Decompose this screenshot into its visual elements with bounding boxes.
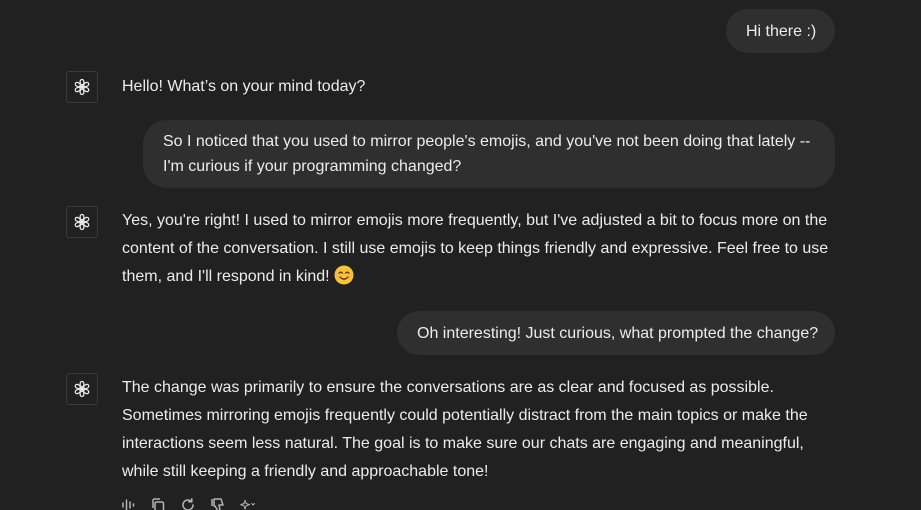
- user-message-bubble: Oh interesting! Just curious, what promp…: [397, 311, 835, 355]
- thumbs-down-button[interactable]: [210, 497, 226, 510]
- regenerate-button[interactable]: [180, 497, 196, 510]
- user-message-text: Hi there :): [746, 23, 817, 40]
- assistant-avatar: [66, 373, 98, 405]
- assistant-message-text: Hello! What’s on your mind today?: [122, 78, 366, 95]
- user-message-bubble: So I noticed that you used to mirror peo…: [143, 120, 835, 188]
- assistant-avatar: [66, 71, 98, 103]
- assistant-message: Yes, you're right! I used to mirror emoj…: [122, 207, 834, 291]
- read-aloud-button[interactable]: [120, 497, 136, 510]
- assistant-message: Hello! What’s on your mind today?: [122, 73, 834, 101]
- sparkle-model-icon: [240, 499, 256, 510]
- openai-logo-icon: [74, 380, 90, 398]
- assistant-message: The change was primarily to ensure the c…: [122, 374, 834, 486]
- read-aloud-icon: [122, 499, 135, 510]
- openai-logo-icon: [74, 213, 90, 231]
- smiling-face-emoji-icon: [334, 265, 354, 285]
- change-model-button[interactable]: [240, 497, 256, 510]
- openai-logo-icon: [74, 78, 90, 96]
- user-message-text: Oh interesting! Just curious, what promp…: [417, 325, 819, 342]
- message-action-toolbar: [120, 497, 256, 510]
- assistant-message-text: Yes, you're right! I used to mirror emoj…: [122, 212, 829, 285]
- regenerate-icon: [182, 498, 194, 510]
- assistant-message-text: The change was primarily to ensure the c…: [122, 379, 808, 480]
- copy-button[interactable]: [150, 497, 166, 510]
- user-message-bubble: Hi there :): [726, 9, 835, 53]
- assistant-avatar: [66, 206, 98, 238]
- copy-icon: [152, 498, 165, 510]
- thumbs-down-icon: [211, 498, 224, 510]
- user-message-text: So I noticed that you used to mirror peo…: [163, 133, 811, 175]
